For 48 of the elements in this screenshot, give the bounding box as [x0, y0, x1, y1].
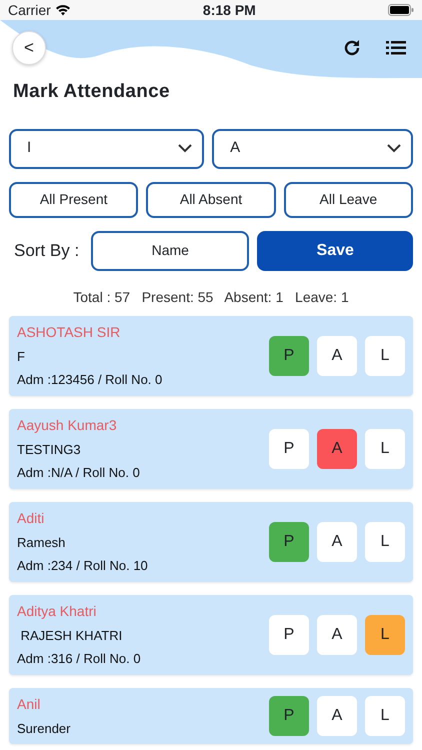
admission-info: Adm :123456 / Roll No. 0 — [17, 371, 162, 389]
bulk-action-button[interactable]: All Absent — [146, 182, 276, 218]
list-icon[interactable] — [386, 40, 406, 56]
refresh-icon[interactable] — [342, 38, 362, 58]
attendance-option[interactable]: L — [365, 336, 405, 376]
attendance-summary: Total : 57 Present: 55 Absent: 1 Leave: 1 — [72, 288, 350, 306]
parent-name: Surender — [17, 720, 70, 738]
attendance-option[interactable]: A — [317, 522, 357, 562]
student-name: Anil — [17, 694, 42, 714]
student-name: Aditi — [17, 508, 46, 528]
sort-label: Sort By : — [13, 240, 80, 262]
attendance-option[interactable]: L — [365, 522, 405, 562]
bulk-action-button[interactable]: All Present — [9, 182, 138, 218]
page-title: Mark Attendance — [13, 80, 171, 104]
clock-time: 8:18 PM — [202, 0, 256, 20]
parent-name: F — [17, 348, 26, 366]
battery-icon — [388, 4, 414, 16]
carrier-label: Carrier — [8, 0, 51, 20]
attendance-option[interactable]: P — [269, 614, 309, 654]
dropdown-field[interactable]: A — [212, 128, 413, 168]
bulk-action-button[interactable]: All Leave — [284, 182, 413, 218]
parent-name: RAJESH KHATRI — [20, 626, 124, 644]
attendance-option[interactable]: A — [317, 428, 357, 468]
attendance-option[interactable]: A — [317, 336, 357, 376]
back-button[interactable]: < — [12, 30, 46, 64]
parent-name: Ramesh — [17, 534, 66, 552]
dropdown-field[interactable]: I — [9, 128, 204, 168]
student-name: Aditya Khatri — [17, 602, 98, 621]
student-name: Aayush Kumar3 — [17, 416, 118, 435]
attendance-option[interactable]: P — [269, 522, 309, 562]
admission-info: Adm :234 / Roll No. 10 — [17, 557, 148, 575]
chevron-down-icon — [387, 144, 401, 153]
student-name: ASHOTASH SIR — [17, 322, 122, 342]
attendance-option[interactable]: L — [365, 614, 405, 654]
wifi-icon — [54, 4, 71, 16]
attendance-option[interactable]: A — [317, 614, 357, 654]
sort-dropdown[interactable]: Name — [91, 230, 250, 270]
admission-info: Adm :316 / Roll No. 0 — [17, 650, 141, 668]
save-button[interactable]: Save — [257, 230, 413, 270]
attendance-option[interactable]: P — [269, 428, 309, 468]
chevron-down-icon — [178, 144, 192, 153]
attendance-option[interactable]: P — [269, 696, 309, 736]
attendance-option[interactable]: A — [317, 696, 357, 736]
attendance-option[interactable]: L — [365, 428, 405, 468]
attendance-option[interactable]: P — [269, 336, 309, 376]
attendance-option[interactable]: L — [365, 696, 405, 736]
admission-info: Adm :N/A / Roll No. 0 — [17, 464, 140, 482]
parent-name: TESTING3 — [17, 440, 82, 458]
